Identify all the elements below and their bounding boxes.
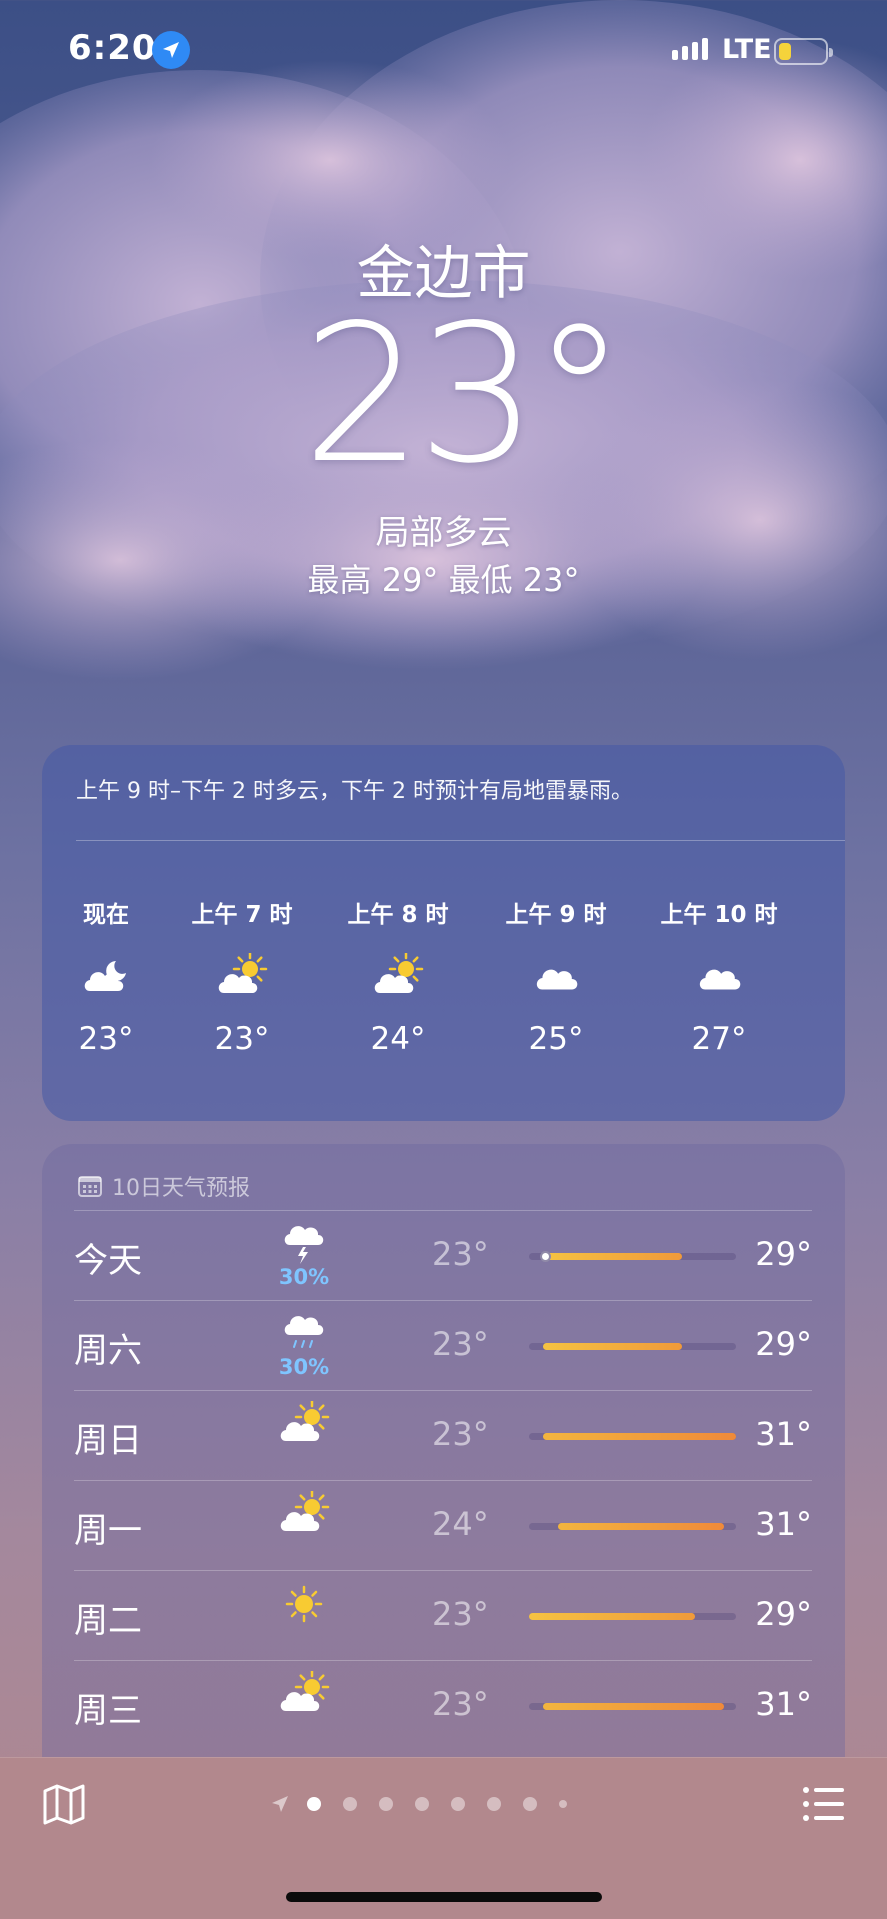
precipitation-chance: 30% (278, 1355, 330, 1379)
partly-sunny-icon (264, 1669, 344, 1721)
low-temperature: 23° (432, 1325, 489, 1363)
hour-item: 现在 23° (46, 895, 166, 1057)
high-low-temperature: 最高 29° 最低 23° (307, 561, 580, 599)
high-temperature: 31° (755, 1505, 812, 1543)
temperature-range-bar (543, 1343, 683, 1350)
temperature-range-track (529, 1523, 736, 1530)
ten-day-title: 10日天气预报 (112, 1176, 250, 1201)
low-temperature: 23° (432, 1415, 489, 1453)
page-dot[interactable] (415, 1797, 429, 1811)
status-time: 6:20 (68, 28, 157, 68)
low-temperature: 24° (432, 1505, 489, 1543)
hour-item: 上午 9 时 25° (496, 895, 616, 1057)
low-temperature: 23° (432, 1685, 489, 1723)
ten-day-header: 10日天气预报 (78, 1170, 250, 1202)
page-dot[interactable] (559, 1800, 567, 1808)
day-name: 周一 (74, 1511, 142, 1551)
hour-label: 上午 7 时 (191, 902, 293, 928)
status-bar: 6:20 LTE (0, 0, 887, 100)
day-name: 周二 (74, 1601, 142, 1641)
thunderstorm-icon (264, 1221, 344, 1271)
divider (76, 840, 845, 841)
day-name: 周日 (74, 1421, 142, 1461)
page-dot[interactable] (451, 1797, 465, 1811)
precipitation-chance: 30% (278, 1265, 330, 1289)
hour-item: 上午 8 时 24° (338, 895, 458, 1057)
forecast-row[interactable]: 周六 30% 23° 29° (74, 1300, 812, 1390)
hour-item: 上午 7 时 23° (182, 895, 302, 1057)
day-name: 周六 (74, 1331, 142, 1371)
high-temperature: 31° (755, 1415, 812, 1453)
partly-sunny-icon (182, 953, 302, 999)
page-indicator[interactable] (270, 1792, 578, 1816)
hour-item: 上午 10 时 27° (659, 895, 779, 1057)
temperature-range-bar (529, 1613, 695, 1620)
hour-item: 上 (802, 895, 845, 1021)
day-name: 今天 (74, 1241, 142, 1281)
network-type: LTE (722, 34, 772, 65)
cloud-icon (659, 953, 779, 999)
hour-temperature: 25° (528, 1021, 584, 1057)
hour-temperature: 23° (78, 1021, 134, 1057)
current-condition: 局部多云 (375, 513, 512, 553)
temperature-range-track (529, 1613, 736, 1620)
hour-label: 上午 9 时 (505, 902, 607, 928)
cloud-icon (496, 953, 616, 999)
forecast-row[interactable]: 今天 30% 23° 29° (74, 1210, 812, 1300)
hour-label: 现在 (83, 902, 129, 928)
temperature-range-bar (543, 1703, 724, 1710)
page-dot[interactable] (343, 1797, 357, 1811)
temperature-range-bar (557, 1523, 724, 1530)
high-temperature: 29° (755, 1235, 812, 1273)
current-location-page-icon[interactable] (270, 1794, 290, 1814)
battery-icon (774, 38, 833, 65)
forecast-row[interactable]: 周三 23° 31° (74, 1660, 812, 1750)
city-list-icon[interactable] (802, 1784, 844, 1824)
page-dot[interactable] (523, 1797, 537, 1811)
forecast-row[interactable]: 周日 23° 31° (74, 1390, 812, 1480)
partly-sunny-icon (264, 1489, 344, 1541)
temperature-range-bar (543, 1433, 736, 1440)
forecast-row[interactable]: 周一 24° 31° (74, 1480, 812, 1570)
hour-label: 上午 10 时 (660, 902, 778, 928)
partly-sunny-icon (264, 1399, 344, 1451)
temperature-range-track (529, 1343, 736, 1350)
rain-icon (264, 1311, 344, 1361)
hour-label: 上午 8 时 (347, 902, 449, 928)
home-indicator[interactable] (286, 1892, 602, 1902)
partly-cloudy-night-icon (46, 953, 166, 999)
temperature-range-track (529, 1433, 736, 1440)
low-temperature: 23° (432, 1595, 489, 1633)
ten-day-forecast-card[interactable]: 10日天气预报 今天 30% 23° 29° 周六 30% 23° 29° 周日 2… (42, 1144, 845, 1764)
sun-icon (264, 1581, 344, 1631)
hour-label: 上 (802, 895, 845, 931)
map-icon[interactable] (42, 1782, 86, 1826)
high-temperature: 29° (755, 1325, 812, 1363)
hourly-summary: 上午 9 时–下午 2 时多云，下午 2 时预计有局地雷暴雨。 (76, 779, 633, 804)
high-temperature: 31° (755, 1685, 812, 1723)
location-arrow-icon (152, 31, 190, 69)
hour-temperature: 24° (370, 1021, 426, 1057)
hour-temperature: 27° (691, 1021, 747, 1057)
temperature-range-bar (543, 1253, 683, 1260)
signal-strength-icon (672, 38, 708, 60)
high-temperature: 29° (755, 1595, 812, 1633)
calendar-icon (78, 1176, 102, 1197)
partly-sunny-icon (338, 953, 458, 999)
day-name: 周三 (74, 1691, 142, 1731)
forecast-row[interactable]: 周二 23° 29° (74, 1570, 812, 1660)
weather-icon (802, 953, 845, 999)
hour-temperature: 23° (214, 1021, 270, 1057)
temperature-range-track (529, 1251, 736, 1262)
current-temp-dot (540, 1251, 552, 1262)
hourly-forecast-card[interactable]: 上午 9 时–下午 2 时多云，下午 2 时预计有局地雷暴雨。 现在 23° 上午… (42, 745, 845, 1121)
page-dot[interactable] (307, 1797, 321, 1811)
low-temperature: 23° (432, 1235, 489, 1273)
page-dot[interactable] (379, 1797, 393, 1811)
page-dot[interactable] (487, 1797, 501, 1811)
current-temperature: 23° (302, 284, 627, 505)
temperature-range-track (529, 1703, 736, 1710)
